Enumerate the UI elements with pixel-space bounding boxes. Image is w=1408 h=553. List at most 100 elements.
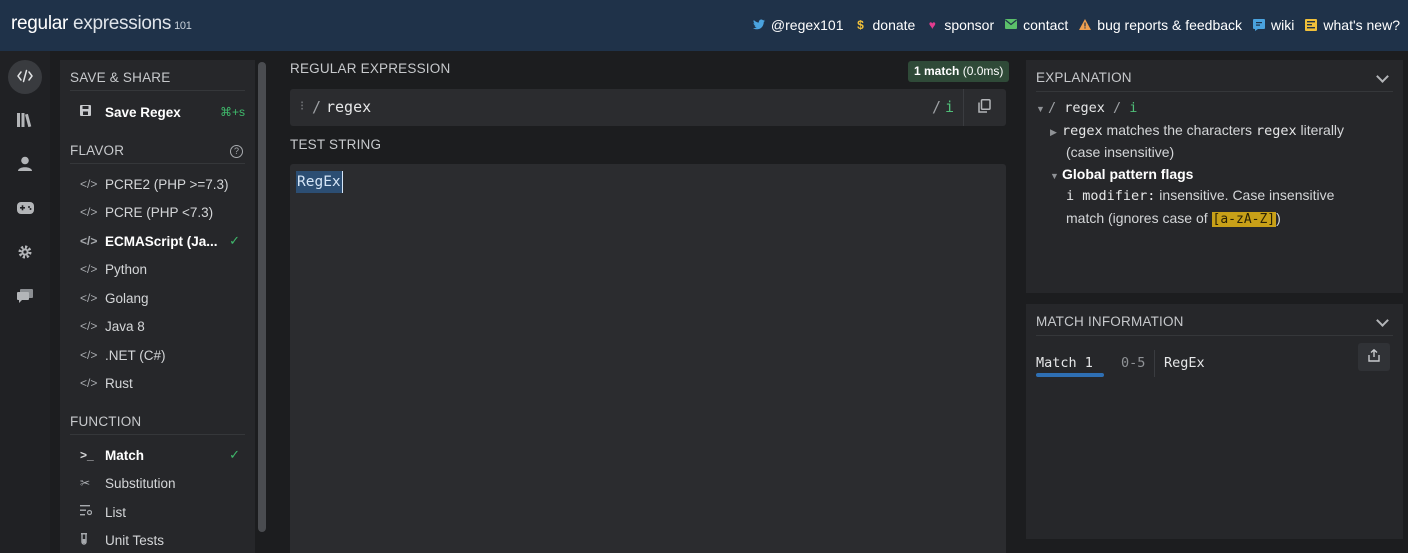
flavor-label: ECMAScript (Ja... [105,233,218,249]
logo-text-expressions: expressions [68,13,172,34]
mail-icon [1005,19,1018,31]
explanation-text: matches the characters [1102,122,1256,138]
rail-editor-button[interactable] [8,60,42,94]
divider [70,434,245,435]
function-list[interactable]: List [80,501,240,523]
logo-version: 101 [174,20,192,32]
code-icon: </> [80,234,98,248]
rail-chat-button[interactable] [8,280,42,314]
terminal-icon: >_ [80,448,94,462]
divider [70,163,245,164]
site-logo[interactable]: regular expressions 101 [11,13,192,35]
logo-text-regular: regular [11,13,69,34]
chevron-down-icon[interactable] [1376,70,1389,83]
nav-label: bug reports & feedback [1097,17,1243,33]
drag-handle-icon[interactable]: ⁝ [300,99,304,114]
divider [70,90,245,91]
save-regex-button[interactable]: Save Regex [80,101,240,123]
char-class-highlight: [a-zA-Z] [1211,212,1277,227]
explanation-regex: regex [1064,100,1105,116]
flags-delim: / [932,98,942,116]
function-unit-tests[interactable]: Unit Tests [80,529,240,551]
rail-account-button[interactable] [8,148,42,182]
top-header: regular expressions 101 @regex101 $ donat… [0,0,1408,51]
collapse-triangle-icon[interactable]: ▼ [1036,104,1048,114]
nav-twitter[interactable]: @regex101 [752,17,844,33]
save-share-title: SAVE & SHARE [70,70,171,85]
nav-whats-new[interactable]: what's new? [1305,17,1400,33]
chevron-down-icon[interactable] [1376,314,1389,327]
library-icon [17,112,33,130]
match-range: 0-5 [1121,355,1146,371]
function-substitution[interactable]: ✂ Substitution [80,472,240,494]
function-label: Unit Tests [105,532,165,548]
regex-section-title: REGULAR EXPRESSION [290,61,451,76]
rail-quiz-button[interactable] [8,192,42,226]
code-icon: </> [80,376,98,390]
gamepad-icon [16,201,34,217]
collapse-triangle-icon[interactable]: ▼ [1050,171,1062,181]
flavor-label: PCRE (PHP <7.3) [105,204,214,220]
code-icon [17,69,33,86]
help-icon[interactable]: ? [230,145,243,158]
regex-input-box[interactable]: ⁝ / regex / i [290,89,1006,126]
code-icon: </> [80,177,98,191]
code-icon: </> [80,348,98,362]
top-nav: @regex101 $ donate ♥ sponsor contact bug… [742,17,1400,33]
code-icon: </> [80,291,98,305]
match-time: (0.0ms) [959,64,1004,78]
flavor-python[interactable]: </> Python [80,258,240,280]
test-string-editor[interactable]: RegEx [290,164,1006,553]
nav-bug-reports[interactable]: bug reports & feedback [1079,17,1242,33]
flavor-label: Rust [105,375,133,391]
warning-icon [1079,19,1092,31]
list-icon [80,505,96,519]
flavor-java8[interactable]: </> Java 8 [80,315,240,337]
nav-label: what's new? [1323,17,1400,33]
nav-label: sponsor [944,17,995,33]
code-icon: </> [80,205,98,219]
flavor-pcre[interactable]: </> PCRE (PHP <7.3) [80,201,240,223]
rail-settings-button[interactable] [8,236,42,270]
nav-wiki[interactable]: wiki [1253,17,1294,33]
function-title: FUNCTION [70,414,142,429]
dollar-icon: $ [857,18,864,32]
regex-input[interactable]: regex [326,98,371,116]
modifier-label: i modifier: [1066,188,1156,204]
regex-flags-button[interactable]: / i [932,98,954,116]
book-icon [1253,19,1266,31]
check-icon: ✓ [229,447,240,462]
nav-contact[interactable]: contact [1005,17,1068,33]
regex-open-delim: / [312,98,322,116]
explanation-text: ) [1276,210,1281,226]
nav-sponsor[interactable]: ♥ sponsor [926,17,994,33]
regex-flags: i [945,98,955,116]
nav-label: donate [872,17,916,33]
explanation-modifier: i modifier: insensitive. Case insensitiv… [1066,187,1334,204]
save-shortcut: ⌘+s [219,105,245,119]
export-button[interactable] [1358,343,1390,371]
flavor-label: Python [105,261,148,277]
explanation-title: EXPLANATION [1036,70,1132,85]
function-match[interactable]: >_ Match ✓ [80,444,240,466]
flavor-rust[interactable]: </> Rust [80,372,240,394]
explanation-code: regex [1062,123,1103,139]
match-tab-underline [1036,373,1104,377]
rail-library-button[interactable] [8,104,42,138]
flavor-label: Java 8 [105,318,145,334]
match-count-badge: 1 match (0.0ms) [908,61,1010,82]
flavor-pcre2[interactable]: </> PCRE2 (PHP >=7.3) [80,173,240,195]
flavor-ecmascript[interactable]: </> ECMAScript (Ja... ✓ [80,230,240,252]
explanation-flag: i [1129,100,1138,116]
copy-icon[interactable] [978,99,992,115]
check-icon: ✓ [229,233,240,248]
explanation-modifier-cont: match (ignores case of [a-zA-Z]) [1066,210,1281,227]
code-icon: </> [80,262,98,276]
news-icon [1305,19,1318,31]
nav-donate[interactable]: $ donate [855,17,916,33]
expand-triangle-icon[interactable]: ▶ [1050,127,1062,138]
flavor-golang[interactable]: </> Golang [80,287,240,309]
sidebar-scrollbar[interactable] [258,62,266,532]
flavor-label: Golang [105,290,149,306]
flavor-dotnet[interactable]: </> .NET (C#) [80,344,240,366]
